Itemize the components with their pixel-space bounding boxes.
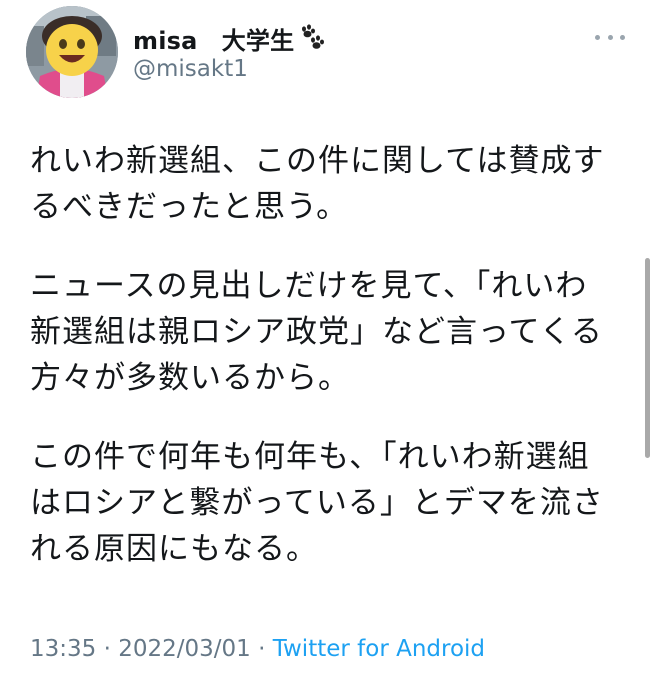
- user-handle[interactable]: @misakt1: [133, 56, 248, 82]
- display-name[interactable]: misa 大学生: [133, 21, 294, 56]
- tweet-card: misa 大学生 @misakt1 れいわ新選組、この件に関しては賛成するべきだ…: [0, 0, 655, 680]
- meta-separator: ·: [103, 636, 111, 662]
- tweet-date[interactable]: 2022/03/01: [118, 636, 251, 662]
- tweet-paragraph: この件で何年も何年も、「れいわ新選組はロシアと繋がっている」とデマを流される原因…: [30, 439, 604, 567]
- meta-separator: ·: [258, 636, 266, 662]
- tweet-meta: 13:35 · 2022/03/01 · Twitter for Android: [30, 636, 485, 662]
- tweet-source-link[interactable]: Twitter for Android: [273, 636, 485, 662]
- tweet-paragraph: れいわ新選組、この件に関しては賛成するべきだったと思う。: [30, 143, 605, 225]
- paw-prints-icon: [298, 23, 328, 53]
- scrollbar[interactable]: [645, 258, 650, 458]
- avatar[interactable]: [26, 6, 118, 98]
- name-row[interactable]: misa 大学生: [133, 20, 328, 56]
- tweet-paragraph: ニュースの見出しだけを見て、「れいわ新選組は親ロシア政党」など言ってくる方々が多…: [30, 268, 603, 396]
- face-icon: [26, 6, 118, 98]
- more-dots-icon[interactable]: [595, 30, 625, 44]
- tweet-time[interactable]: 13:35: [30, 636, 96, 662]
